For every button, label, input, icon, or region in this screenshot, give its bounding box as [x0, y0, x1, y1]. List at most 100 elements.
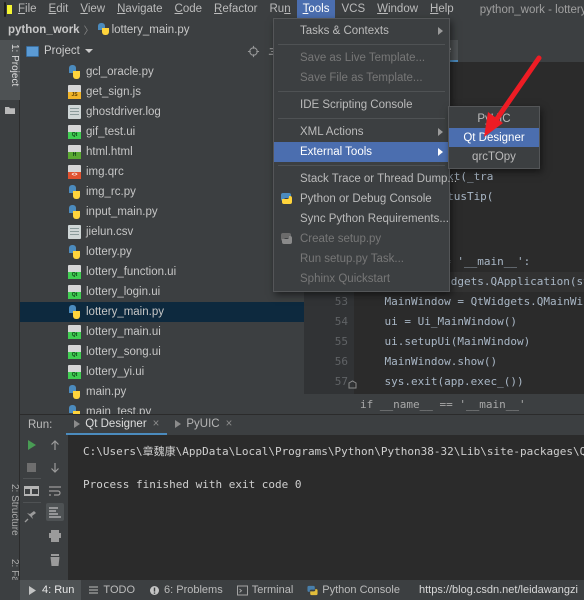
- menu-item-sync-python-requirements[interactable]: Sync Python Requirements...: [274, 209, 449, 229]
- menu-item-save-file-as-template[interactable]: Save File as Template...: [274, 68, 449, 88]
- breadcrumb-file[interactable]: lottery_main.py: [112, 24, 190, 36]
- menu-window[interactable]: Window: [371, 0, 424, 19]
- pin-icon[interactable]: [24, 509, 38, 523]
- menu-run[interactable]: Run: [264, 0, 297, 19]
- file-label: main_test.py: [86, 406, 152, 414]
- tools-dropdown-menu: Tasks & Contexts Save as Live Template..…: [273, 18, 457, 292]
- close-icon[interactable]: ×: [153, 418, 160, 430]
- menu-item-label: IDE Scripting Console: [300, 99, 413, 111]
- tree-row-13[interactable]: lottery_main.ui: [20, 322, 304, 342]
- run-tab-qt-designer[interactable]: Qt Designer ×: [66, 415, 168, 435]
- project-panel-title: Project: [44, 45, 80, 57]
- csv-file-icon: [68, 225, 81, 239]
- menu-refactor[interactable]: Refactor: [208, 0, 263, 19]
- file-label: img_rc.py: [86, 186, 136, 198]
- statusbar-button-python-console[interactable]: Python Console: [300, 580, 407, 600]
- tree-row-5[interactable]: img.qrc: [20, 162, 304, 182]
- menu-item-external-tools[interactable]: External Tools: [274, 142, 449, 162]
- scroll-to-end-icon[interactable]: [48, 505, 62, 519]
- tree-row-4[interactable]: html.html: [20, 142, 304, 162]
- statusbar-label: 4: Run: [42, 584, 75, 596]
- statusbar-button-todo[interactable]: TODO: [81, 580, 142, 600]
- stop-icon[interactable]: [25, 461, 38, 474]
- qrc-file-icon: [68, 165, 81, 179]
- tree-row-1[interactable]: get_sign.js: [20, 82, 304, 102]
- scroll-up-icon[interactable]: [48, 438, 62, 452]
- menu-item-sphinx-quickstart[interactable]: Sphinx Quickstart: [274, 269, 449, 289]
- file-label: jielun.csv: [86, 226, 134, 238]
- breadcrumb-separator: 〉: [83, 26, 94, 37]
- chevron-right-icon: [438, 148, 443, 156]
- print-icon[interactable]: [48, 529, 62, 543]
- play-icon: [175, 420, 182, 428]
- statusbar-button-terminal[interactable]: Terminal: [230, 580, 301, 600]
- submenu-item-pyuic[interactable]: PyUIC: [449, 109, 539, 128]
- breadcrumb-project[interactable]: python_work: [8, 24, 80, 36]
- menu-tools[interactable]: Tools: [296, 0, 336, 19]
- run-tab-bar: Run: Qt Designer × PyUIC ×: [20, 415, 584, 435]
- menu-item-label: Run setup.py Task...: [300, 253, 404, 265]
- tree-row-3[interactable]: gif_test.ui: [20, 122, 304, 142]
- menu-help[interactable]: Help: [424, 0, 460, 19]
- python-file-icon: [68, 385, 81, 399]
- menu-file[interactable]: File: [12, 0, 43, 19]
- menu-navigate[interactable]: Navigate: [111, 0, 168, 19]
- pycharm-logo-icon: [4, 2, 12, 17]
- menu-bar: File Edit View Navigate Code Refactor Ru…: [0, 0, 584, 19]
- tree-row-9[interactable]: lottery.py: [20, 242, 304, 262]
- close-icon[interactable]: ×: [226, 418, 233, 430]
- statusbar-button-problems[interactable]: 6: Problems: [142, 580, 230, 600]
- tree-row-7[interactable]: input_main.py: [20, 202, 304, 222]
- qt-ui-file-icon: [68, 325, 81, 339]
- tree-row-15[interactable]: lottery_yi.ui: [20, 362, 304, 382]
- tree-row-2[interactable]: ghostdriver.log: [20, 102, 304, 122]
- project-folder-icon: [26, 45, 39, 57]
- run-console-output[interactable]: C:\Users\章魏康\AppData\Local\Programs\Pyth…: [69, 435, 584, 580]
- tree-row-8[interactable]: jielun.csv: [20, 222, 304, 242]
- sidebar-tab-structure[interactable]: 2: Structure: [0, 480, 20, 552]
- menu-item-stack-trace-thread-dump[interactable]: Stack Trace or Thread Dump...: [274, 169, 457, 189]
- todo-icon: [89, 585, 99, 594]
- qt-ui-file-icon: [68, 125, 81, 139]
- menu-item-tasks-contexts[interactable]: Tasks & Contexts: [274, 21, 449, 41]
- submenu-item-qrctopy[interactable]: qrcTOpy: [449, 147, 539, 166]
- tree-row-16[interactable]: main.py: [20, 382, 304, 402]
- tree-row-0[interactable]: gcl_oracle.py: [20, 62, 304, 82]
- restore-layout-icon[interactable]: [24, 485, 39, 497]
- sidebar-tab-project[interactable]: 1: Project: [0, 40, 20, 100]
- soft-wrap-icon[interactable]: [48, 484, 62, 498]
- menu-item-create-setup-py[interactable]: Create setup.py: [274, 229, 449, 249]
- submenu-item-qt-designer[interactable]: Qt Designer: [449, 128, 539, 147]
- menu-view[interactable]: View: [74, 0, 111, 19]
- tree-row-lottery-main-py[interactable]: lottery_main.py: [20, 302, 304, 322]
- menu-vcs[interactable]: VCS: [335, 0, 371, 19]
- chevron-down-icon[interactable]: [84, 49, 93, 53]
- file-label: gcl_oracle.py: [86, 66, 154, 78]
- menu-item-label: Save as Live Template...: [300, 52, 426, 64]
- python-file-icon: [68, 205, 81, 219]
- run-tab-pyuic[interactable]: PyUIC ×: [167, 415, 240, 435]
- target-icon[interactable]: [247, 45, 260, 58]
- menu-edit[interactable]: Edit: [43, 0, 75, 19]
- python-file-icon: [68, 185, 81, 199]
- menu-item-label: Python or Debug Console: [300, 193, 432, 205]
- project-file-tree[interactable]: gcl_oracle.py get_sign.js ghostdriver.lo…: [20, 62, 304, 414]
- menu-item-xml-actions[interactable]: XML Actions: [274, 122, 449, 142]
- file-label: lottery_main.py: [86, 306, 164, 318]
- rerun-icon[interactable]: [25, 438, 39, 452]
- project-panel: Project gcl_oracle.py get_sign.js ghostd…: [20, 40, 304, 414]
- statusbar-button-run[interactable]: 4: Run: [20, 580, 82, 600]
- tree-row-6[interactable]: img_rc.py: [20, 182, 304, 202]
- file-label: lottery_yi.ui: [86, 366, 145, 378]
- tree-row-11[interactable]: lottery_login.ui: [20, 282, 304, 302]
- clear-all-icon[interactable]: [48, 553, 62, 567]
- menu-item-ide-scripting-console[interactable]: IDE Scripting Console: [274, 95, 449, 115]
- menu-item-save-as-live-template[interactable]: Save as Live Template...: [274, 48, 449, 68]
- tree-row-17[interactable]: main_test.py: [20, 402, 304, 414]
- menu-item-run-setup-py-task[interactable]: Run setup.py Task...: [274, 249, 449, 269]
- scroll-down-icon[interactable]: [48, 461, 62, 475]
- tree-row-10[interactable]: lottery_function.ui: [20, 262, 304, 282]
- menu-item-python-or-debug-console[interactable]: Python or Debug Console: [274, 189, 449, 209]
- tree-row-14[interactable]: lottery_song.ui: [20, 342, 304, 362]
- menu-code[interactable]: Code: [169, 0, 209, 19]
